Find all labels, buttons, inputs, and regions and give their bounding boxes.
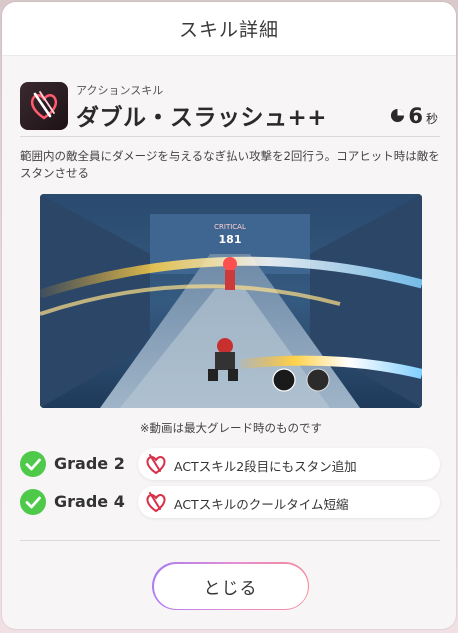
grade-effect: ACTスキルのクールタイム短縮 xyxy=(138,486,440,518)
double-slash-skill-icon xyxy=(20,82,68,130)
close-button[interactable]: とじる xyxy=(153,563,308,609)
grade-effect-text: ACTスキルのクールタイム短縮 xyxy=(174,497,349,512)
check-icon xyxy=(20,489,46,515)
grade-effect-text: ACTスキル2段目にもスタン追加 xyxy=(174,459,357,474)
damage-number: 181 xyxy=(219,233,242,246)
skill-description: 範囲内の敵全員にダメージを与えるなぎ払い攻撃を2回行う。コアヒット時は敵をスタン… xyxy=(20,149,440,180)
clock-icon xyxy=(391,108,405,123)
skill-summary: アクションスキル ダブル・スラッシュ++ 6 秒 xyxy=(20,82,440,132)
grade-label: Grade 2 xyxy=(54,454,125,473)
modal-header: スキル詳細 xyxy=(2,2,456,56)
grade-label: Grade 4 xyxy=(54,492,125,511)
close-button-frame: とじる xyxy=(152,562,309,610)
grade-row: Grade 4 ACTスキルのクールタイム短縮 xyxy=(20,486,442,518)
cooldown-value: 6 xyxy=(408,104,423,128)
check-icon xyxy=(20,451,46,477)
grade-row: Grade 2 ACTスキル2段目にもスタン追加 xyxy=(20,448,442,480)
divider xyxy=(20,136,440,137)
act-skill-icon xyxy=(146,492,166,513)
critical-label: CRITICAL xyxy=(214,223,246,231)
grade-effect: ACTスキル2段目にもスタン追加 xyxy=(138,448,440,480)
act-skill-icon xyxy=(146,454,166,475)
video-note: ※動画は最大グレード時のものです xyxy=(139,421,323,435)
skill-preview-video[interactable]: CRITICAL 181 xyxy=(40,194,422,408)
skill-name: ダブル・スラッシュ++ xyxy=(76,105,328,131)
cooldown: 6 秒 xyxy=(390,104,438,128)
skill-type: アクションスキル xyxy=(76,84,164,97)
cooldown-unit: 秒 xyxy=(425,112,438,126)
skill-detail-modal: スキル詳細 アクションスキル ダブル・スラッシュ++ 6 秒 範囲内の敵全員にダ… xyxy=(2,2,456,629)
divider xyxy=(20,540,440,541)
modal-title: スキル詳細 xyxy=(178,19,279,41)
